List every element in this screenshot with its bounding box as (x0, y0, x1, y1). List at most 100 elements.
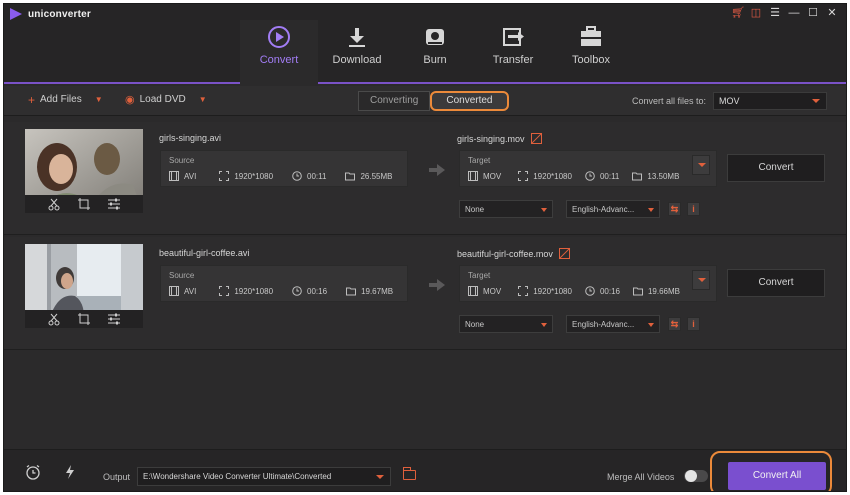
subtitle-select[interactable]: None (459, 315, 553, 333)
app-name: uniconverter (28, 8, 91, 20)
target-format: MOV (483, 171, 502, 181)
target-file-name: beautiful-girl-coffee.mov (457, 249, 553, 259)
lightning-icon[interactable] (62, 464, 78, 480)
source-info-box: Source AVI 1920*1080 00:16 19.67MB (160, 265, 408, 302)
maximize-icon[interactable]: ☐ (807, 7, 819, 19)
clock-icon (292, 171, 302, 181)
chevron-down-icon (648, 323, 654, 327)
nav-transfer-label: Transfer (492, 54, 534, 66)
nav-convert[interactable]: Convert (240, 20, 318, 84)
target-resolution: 1920*1080 (533, 171, 572, 181)
add-files-label: Add Files (40, 94, 82, 105)
film-icon (468, 171, 478, 181)
convert-all-button[interactable]: Convert All (728, 462, 826, 490)
audio-track-value: English-Advanc... (572, 205, 635, 214)
effects-icon[interactable] (107, 197, 121, 211)
convert-button[interactable]: Convert (727, 269, 825, 297)
open-folder-icon[interactable] (403, 467, 416, 480)
chevron-down-icon (376, 475, 384, 479)
close-icon[interactable]: ✕ (826, 7, 838, 19)
folder-icon (632, 286, 643, 296)
logo-icon (10, 8, 22, 20)
convert-button[interactable]: Convert (727, 154, 825, 182)
target-title: Target (468, 271, 491, 280)
menu-icon[interactable]: ☰ (769, 7, 781, 19)
merge-toggle[interactable] (684, 470, 708, 482)
target-details: MOV 1920*1080 00:16 19.66MB (468, 286, 693, 296)
trim-icon[interactable] (47, 197, 61, 211)
info-icon[interactable]: i (687, 202, 700, 216)
tab-converted[interactable]: Converted (430, 91, 509, 111)
app-window: uniconverter 🛒︎ ◫ ☰ — ☐ ✕ Convert Downlo… (3, 3, 847, 492)
trim-icon[interactable] (47, 312, 61, 326)
audio-track-select[interactable]: English-Advanc... (566, 200, 660, 218)
nav-transfer[interactable]: Transfer (474, 20, 552, 84)
toolbar: + Add Files ▼ ◉ Load DVD ▼ Converting Co… (4, 86, 846, 116)
nav-toolbox-label: Toolbox (572, 54, 610, 66)
load-dvd-button[interactable]: ◉ Load DVD ▼ (125, 94, 207, 105)
nav-toolbox[interactable]: Toolbox (552, 20, 630, 84)
edit-icon[interactable] (558, 248, 570, 259)
effects-icon[interactable] (107, 312, 121, 326)
load-dvd-label: Load DVD (139, 94, 186, 105)
source-resolution: 1920*1080 (234, 171, 274, 181)
bottom-bar: Output E:\Wondershare Video Converter Ul… (4, 449, 846, 491)
source-size: 26.55MB (360, 171, 393, 181)
output-format-select[interactable]: MOV (713, 92, 827, 110)
clock-icon (292, 286, 302, 296)
crop-icon[interactable] (77, 197, 91, 211)
gift-icon[interactable]: ◫ (750, 7, 762, 19)
info-icon[interactable]: i (687, 317, 700, 331)
source-info-box: Source AVI 1920*1080 00:11 26.55MB (160, 150, 408, 187)
target-duration: 00:16 (599, 286, 620, 296)
film-icon (169, 286, 179, 296)
target-settings-dropdown[interactable] (692, 270, 710, 290)
audio-track-value: English-Advanc... (572, 320, 635, 329)
subtitle-select[interactable]: None (459, 200, 553, 218)
dvd-icon: ◉ (125, 93, 135, 106)
source-details: AVI 1920*1080 00:16 19.67MB (169, 286, 406, 296)
add-files-button[interactable]: + Add Files ▼ (28, 92, 103, 107)
output-path-select[interactable]: E:\Wondershare Video Converter Ultimate\… (137, 467, 391, 486)
folder-icon (345, 171, 356, 181)
nav-download[interactable]: Download (318, 20, 396, 84)
chevron-down-icon (541, 208, 547, 212)
subtitle-value: None (465, 205, 485, 214)
conversion-tabs: Converting Converted (358, 91, 509, 111)
target-size: 13.50MB (647, 171, 680, 181)
target-size: 19.66MB (647, 286, 681, 296)
target-file-name: girls-singing.mov (457, 134, 525, 144)
chevron-down-icon (648, 208, 654, 212)
output-format-value: MOV (719, 96, 740, 106)
arrow-right-icon (429, 279, 445, 291)
target-settings-dropdown[interactable] (692, 155, 710, 175)
clock-icon (585, 171, 595, 181)
resolution-icon (518, 286, 529, 296)
cart-icon[interactable]: 🛒︎ (731, 7, 745, 19)
audio-track-select[interactable]: English-Advanc... (566, 315, 660, 333)
folder-icon (632, 171, 643, 181)
target-duration: 00:11 (599, 171, 620, 181)
target-info-box[interactable]: Target MOV 1920*1080 00:16 19.66MB (459, 265, 717, 302)
merge-split-icon[interactable]: ⇆ (668, 317, 681, 331)
crop-icon[interactable] (77, 312, 91, 326)
source-resolution: 1920*1080 (234, 286, 274, 296)
plus-icon: + (28, 92, 36, 107)
app-logo: uniconverter (10, 8, 91, 20)
folder-icon (346, 286, 357, 296)
output-label: Output (103, 472, 131, 482)
source-file-name: girls-singing.avi (159, 133, 222, 143)
source-title: Source (169, 156, 195, 165)
tab-converting[interactable]: Converting (358, 91, 431, 111)
nav-burn[interactable]: Burn (396, 20, 474, 84)
target-info-box[interactable]: Target MOV 1920*1080 00:11 13.50MB (459, 150, 717, 187)
minimize-icon[interactable]: — (788, 7, 800, 19)
merge-split-icon[interactable]: ⇆ (668, 202, 681, 216)
chevron-down-icon: ▼ (94, 94, 103, 104)
alarm-clock-icon[interactable] (25, 464, 41, 480)
transfer-icon (503, 28, 524, 46)
toolbox-icon (581, 26, 601, 46)
output-path: E:\Wondershare Video Converter Ultimate\… (143, 472, 332, 481)
edit-icon[interactable] (530, 133, 542, 144)
convert-all-to-label: Convert all files to: (632, 96, 707, 106)
